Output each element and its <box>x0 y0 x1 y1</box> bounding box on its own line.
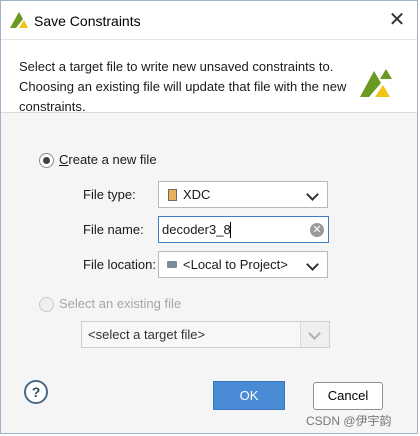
xdc-file-icon <box>168 189 177 201</box>
window-title: Save Constraints <box>34 13 141 29</box>
file-type-select[interactable]: XDC <box>158 181 328 208</box>
title-bar: Save Constraints ✕ <box>1 1 417 40</box>
file-type-label: File type: <box>83 187 136 202</box>
existing-file-dropdown-button[interactable] <box>300 322 329 347</box>
file-location-select[interactable]: <Local to Project> <box>158 251 328 278</box>
watermark: CSDN @伊宇韵 <box>306 414 392 428</box>
existing-file-placeholder: <select a target file> <box>88 327 206 342</box>
select-existing-radio[interactable] <box>39 297 54 312</box>
vivado-logo-icon <box>10 12 28 28</box>
clear-icon[interactable]: ✕ <box>310 223 324 237</box>
dialog-header: Select a target file to write new unsave… <box>1 40 417 114</box>
chevron-down-icon <box>308 327 321 340</box>
help-icon[interactable]: ? <box>24 380 48 404</box>
create-new-label[interactable]: Create a new file <box>59 152 157 167</box>
file-name-label: File name: <box>83 222 144 237</box>
chevron-down-icon <box>306 188 319 201</box>
file-name-input[interactable]: decoder3_8 ✕ <box>158 216 329 243</box>
existing-file-select[interactable]: <select a target file> <box>81 321 330 348</box>
file-type-value: XDC <box>183 187 211 202</box>
chevron-down-icon <box>306 258 319 271</box>
file-location-value: <Local to Project> <box>183 257 288 272</box>
folder-icon <box>167 261 177 268</box>
select-existing-label[interactable]: Select an existing file <box>59 296 181 311</box>
file-location-label: File location: <box>83 257 156 272</box>
save-constraints-dialog: Save Constraints ✕ Select a target file … <box>0 0 418 434</box>
ok-button[interactable]: OK <box>213 381 285 410</box>
vivado-logo-icon <box>360 69 392 97</box>
cancel-button[interactable]: Cancel <box>313 382 383 410</box>
header-description: Select a target file to write new unsave… <box>19 59 347 114</box>
text-caret <box>230 222 231 238</box>
create-new-label-text: reate a new file <box>68 152 157 167</box>
file-name-value: decoder3_8 <box>162 222 231 237</box>
create-new-radio[interactable] <box>39 153 54 168</box>
close-icon[interactable]: ✕ <box>385 8 409 32</box>
